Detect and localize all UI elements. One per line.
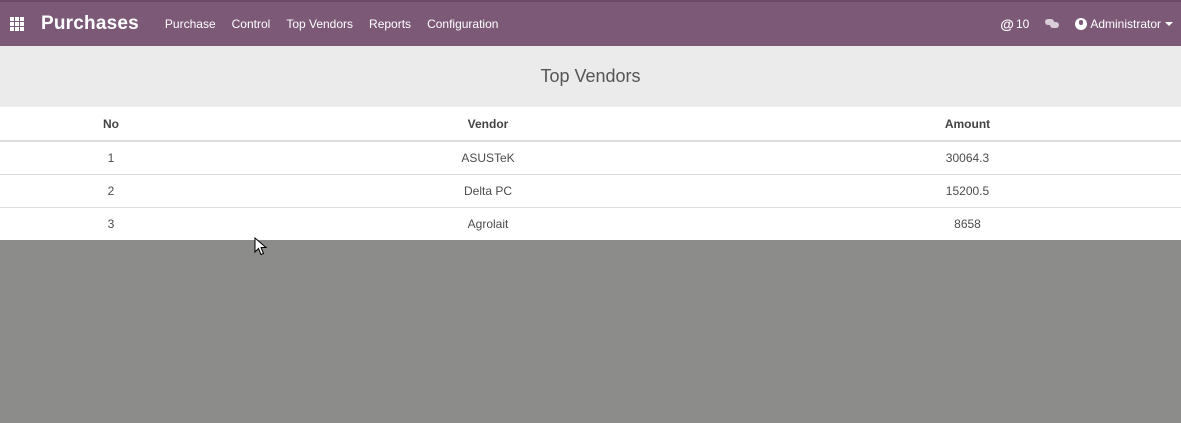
cell-amount: 15200.5 [754,174,1181,208]
table-header-row: No Vendor Amount [0,107,1181,142]
top-vendors-table: No Vendor Amount 1 ASUSTeK 30064.3 2 Del… [0,107,1181,240]
column-header-no: No [0,107,222,142]
user-menu[interactable]: Administrator [1075,17,1173,31]
cell-no: 1 [107,151,115,165]
cell-vendor: Agrolait [222,207,754,240]
menu-item-top-vendors[interactable]: Top Vendors [278,17,361,31]
user-name: Administrator [1090,17,1161,31]
menu-item-configuration[interactable]: Configuration [419,17,506,31]
top-navbar: Purchases Purchase Control Top Vendors R… [0,0,1181,46]
mouse-pointer-icon [254,237,268,256]
page-header: Top Vendors [0,46,1181,107]
menu-item-purchase[interactable]: Purchase [163,17,224,31]
apps-grid-icon[interactable] [10,17,24,31]
cell-amount: 30064.3 [945,151,990,165]
table-row: 2 Delta PC 15200.5 [0,174,1181,208]
cell-vendor: ASUSTeK [461,151,515,165]
column-header-amount: Amount [754,107,1181,142]
table-row: 3 Agrolait 8658 [0,207,1181,240]
cell-amount: 8658 [754,207,1181,240]
cell-no: 3 [0,207,222,240]
navbar-right: @ 10 Administrator [1000,16,1173,32]
user-avatar-icon [1075,18,1088,30]
main-menu: Purchase Control Top Vendors Reports Con… [163,17,507,31]
menu-item-control[interactable]: Control [224,17,279,31]
chevron-down-icon [1165,22,1173,26]
table-row: 1 ASUSTeK 30064.3 [0,141,1181,175]
menu-item-reports[interactable]: Reports [361,17,419,31]
app-brand-title[interactable]: Purchases [41,13,139,35]
page-title: Top Vendors [540,66,641,86]
mentions-button[interactable]: @ 10 [1000,16,1029,32]
cell-no: 2 [0,174,222,208]
column-header-vendor: Vendor [222,107,754,142]
cell-vendor: Delta PC [222,174,754,208]
chat-bubbles-icon[interactable] [1045,19,1060,29]
mentions-count: 10 [1015,17,1030,31]
at-mention-icon: @ [1000,16,1014,32]
